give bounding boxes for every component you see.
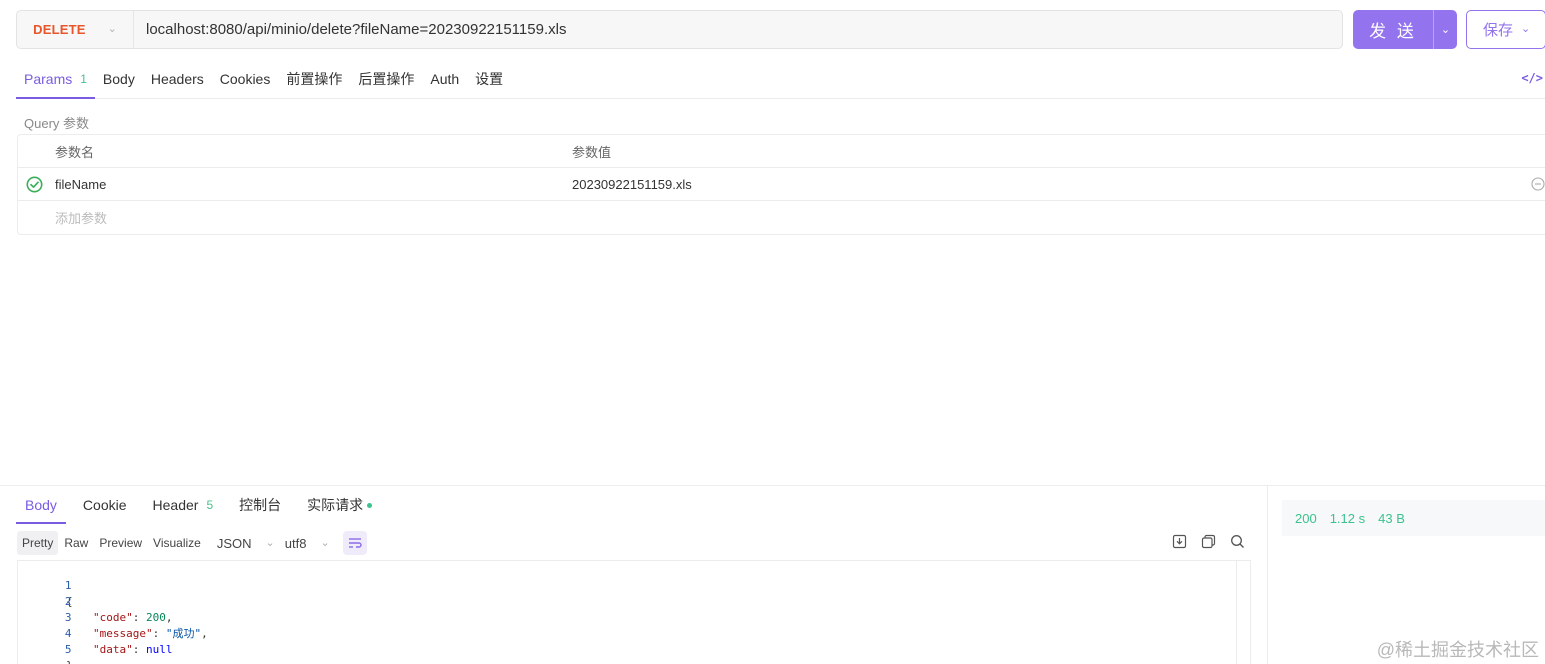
request-tabs: Params 1 Body Headers Cookies 前置操作 后置操作 … (16, 60, 1545, 99)
format-select[interactable]: JSON ⌄ (217, 536, 275, 551)
column-header-value: 参数值 (572, 144, 612, 160)
response-time: 1.12 s (1329, 510, 1366, 526)
params-table: 参数名 参数值 fileName 20230922151159.xls 添加参数 (17, 134, 1545, 235)
tab-pre-operations[interactable]: 前置操作 (278, 60, 350, 98)
json-value: 200 (146, 611, 166, 624)
chevron-down-icon: ⌄ (1440, 24, 1451, 36)
send-options-dropdown[interactable]: ⌄ (1433, 10, 1457, 49)
tab-response-body[interactable]: Body (16, 486, 66, 524)
encoding-value: utf8 (284, 535, 307, 551)
tab-response-header[interactable]: Header 5 (144, 486, 223, 524)
save-button[interactable]: 保存 ⌄ (1466, 10, 1545, 49)
word-wrap-button[interactable] (342, 531, 367, 555)
code-line: 3 "message": "成功", (18, 594, 208, 640)
request-bar: DELETE ⌄ localhost:8080/api/minio/delete… (16, 10, 1343, 49)
status-dot-icon (367, 502, 373, 508)
add-param-placeholder[interactable]: 添加参数 (55, 208, 107, 227)
tab-count-badge: 5 (206, 498, 214, 512)
tab-params[interactable]: Params 1 (16, 60, 95, 99)
json-key: "data" (93, 643, 133, 656)
tab-post-operations[interactable]: 后置操作 (350, 60, 422, 98)
column-header-name: 参数名 (55, 144, 95, 160)
status-code: 200 (1295, 510, 1317, 526)
view-visualize[interactable]: Visualize (148, 531, 206, 555)
code-line: 1 { (18, 562, 73, 608)
chevron-down-icon: ⌄ (1521, 23, 1531, 35)
code-scrollbar[interactable] (1236, 561, 1250, 664)
json-entry: "message": "成功", (93, 627, 208, 640)
json-value: null (146, 643, 173, 656)
encoding-select[interactable]: utf8 ⌄ (285, 536, 330, 551)
download-icon[interactable] (1172, 534, 1187, 549)
json-entry: "code": 200, (93, 611, 173, 624)
json-brace-close: } (66, 658, 73, 664)
tab-console[interactable]: 控制台 (230, 486, 290, 524)
send-button-label[interactable]: 发 送 (1353, 10, 1433, 49)
json-key: "message" (93, 627, 153, 640)
tab-headers[interactable]: Headers (143, 60, 212, 98)
tab-count-badge: 1 (80, 72, 87, 86)
method-label: DELETE (33, 22, 86, 37)
tab-auth[interactable]: Auth (422, 60, 467, 98)
query-params-title: Query 参数 (24, 116, 90, 131)
table-header-row: 参数名 参数值 (18, 135, 1545, 168)
code-line: 5 } (18, 626, 73, 664)
tab-label: Header (152, 497, 199, 513)
code-icon[interactable]: </> (1521, 71, 1543, 85)
line-number: 5 (64, 643, 72, 656)
response-size: 43 B (1378, 510, 1405, 526)
code-line: 2 "code": 200, (18, 578, 173, 624)
add-param-row[interactable]: 添加参数 (18, 201, 1545, 234)
save-button-label: 保存 (1483, 22, 1514, 39)
table-row: fileName 20230922151159.xls (18, 168, 1545, 201)
tab-settings[interactable]: 设置 (467, 60, 511, 98)
view-preview[interactable]: Preview (94, 531, 147, 555)
code-line: 4 "data": null (18, 610, 173, 656)
tab-label: 实际请求 (307, 497, 364, 513)
response-view-options: Pretty Raw Preview Visualize JSON ⌄ utf8… (17, 531, 367, 555)
remove-circle-icon[interactable] (1531, 177, 1545, 191)
wrap-icon (348, 538, 362, 548)
check-circle-icon[interactable] (26, 176, 43, 193)
url-input[interactable]: localhost:8080/api/minio/delete?fileName… (134, 21, 566, 38)
view-raw[interactable]: Raw (59, 531, 93, 555)
response-tabs: Body Cookie Header 5 控制台 实际请求 (16, 486, 389, 524)
chevron-down-icon: ⌄ (320, 536, 330, 549)
tab-body[interactable]: Body (95, 60, 143, 98)
send-button[interactable]: 发 送 ⌄ (1353, 10, 1457, 49)
tab-actual-request[interactable]: 实际请求 (298, 486, 381, 524)
response-code-view[interactable]: 1 { 2 "code": 200, 3 "message": "成功", 4 … (17, 560, 1251, 664)
view-pretty[interactable]: Pretty (17, 531, 59, 555)
chevron-down-icon: ⌄ (107, 23, 117, 35)
search-icon[interactable] (1230, 534, 1245, 549)
param-name-cell[interactable]: fileName (55, 177, 106, 192)
method-select[interactable]: DELETE ⌄ (17, 11, 134, 48)
tab-response-cookie[interactable]: Cookie (74, 486, 136, 524)
json-value: "成功" (165, 627, 202, 640)
chevron-down-icon: ⌄ (265, 536, 275, 549)
tab-label: Params (24, 71, 73, 87)
json-entry: "data": null (93, 643, 173, 656)
response-toolbar (1172, 534, 1245, 549)
format-value: JSON (216, 535, 252, 551)
watermark: @稀土掘金技术社区 (1376, 640, 1539, 660)
copy-icon[interactable] (1201, 534, 1216, 549)
json-key: "code" (93, 611, 133, 624)
tab-cookies[interactable]: Cookies (212, 60, 279, 98)
param-value-cell[interactable]: 20230922151159.xls (572, 177, 692, 192)
response-status-bar: 200 1.12 s 43 B (1282, 500, 1545, 536)
response-side-divider (1267, 486, 1268, 664)
